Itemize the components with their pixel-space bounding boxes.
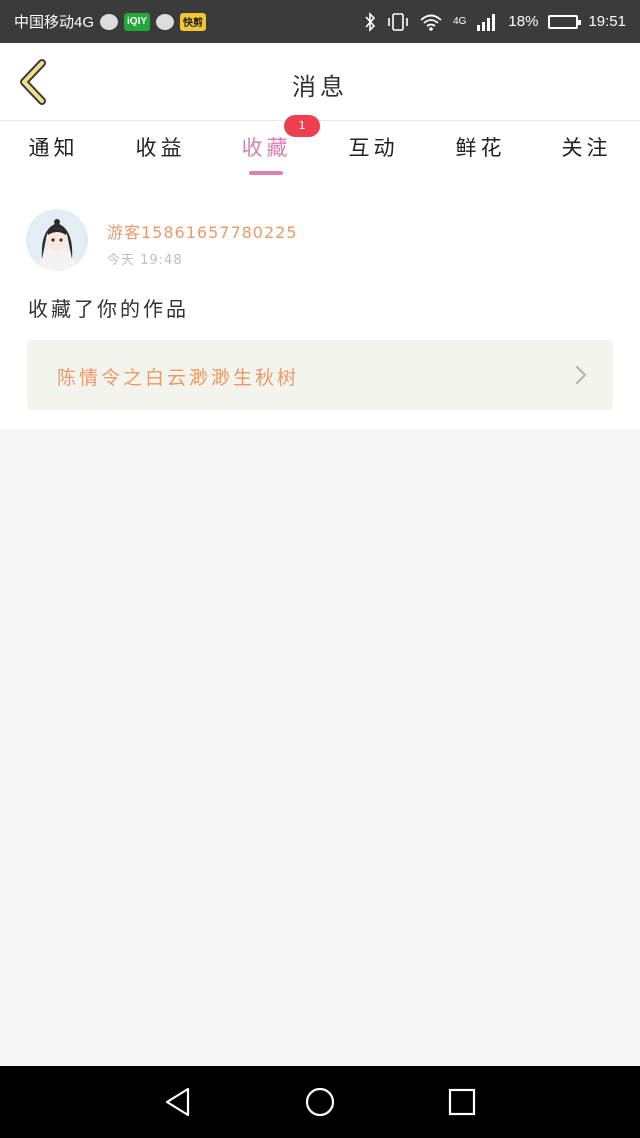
- timestamp: 今天 19:48: [107, 253, 183, 268]
- wifi-icon: [420, 14, 442, 31]
- tab-flowers[interactable]: 鲜花: [427, 121, 534, 183]
- avatar-illustration: [26, 209, 88, 271]
- signal-icon: [477, 13, 496, 31]
- tab-label: 关注: [561, 136, 612, 160]
- notification-icon: [100, 13, 119, 30]
- app-icon-kuaijian: 快剪: [180, 12, 207, 31]
- bluetooth-icon: [365, 11, 376, 32]
- chat-icon: [156, 13, 175, 30]
- username[interactable]: 游客15861657780225: [107, 219, 298, 243]
- tab-earnings[interactable]: 收益: [107, 121, 214, 183]
- tab-label: 互动: [348, 136, 399, 160]
- unread-badge: 1: [284, 115, 320, 137]
- battery-icon: [548, 14, 582, 29]
- tab-label: 通知: [28, 136, 79, 160]
- avatar[interactable]: [26, 209, 88, 271]
- nav-home-button[interactable]: [304, 1086, 336, 1118]
- notification-message: 收藏了你的作品: [28, 297, 189, 321]
- carrier-label: 中国移动4G: [14, 14, 95, 31]
- system-nav-bar: [0, 1066, 640, 1138]
- tab-label: 收藏: [241, 136, 292, 160]
- page-title: 消息: [292, 73, 348, 101]
- active-tab-indicator: [249, 171, 283, 175]
- tab-bar: 通知 收益 收藏 互动 鲜花 关注: [0, 121, 640, 183]
- notification-card: 游客15861657780225 今天 19:48 收藏了你的作品 陈情令之白云…: [0, 183, 640, 429]
- battery-percent: 18%: [508, 13, 539, 30]
- work-title: 陈情令之白云渺渺生秋树: [57, 367, 300, 389]
- status-left: 中国移动4G iQIY 快剪: [14, 0, 207, 43]
- clock: 19:51: [588, 13, 626, 30]
- nav-back-button[interactable]: [162, 1086, 194, 1118]
- status-right: 4G 18% 19:51: [363, 0, 626, 43]
- tab-label: 鲜花: [455, 136, 506, 160]
- work-link[interactable]: 陈情令之白云渺渺生秋树: [27, 340, 613, 410]
- status-bar: 中国移动4G iQIY 快剪 4G 18% 19:51: [0, 0, 640, 43]
- nav-recent-apps-button[interactable]: [446, 1086, 478, 1118]
- app-icon-iqiyi: iQIY: [124, 12, 151, 31]
- header: 消息: [0, 43, 640, 121]
- chevron-right-icon: [575, 365, 587, 385]
- tab-interactions[interactable]: 互动: [320, 121, 427, 183]
- vibrate-icon: [388, 12, 408, 31]
- tab-follows[interactable]: 关注: [533, 121, 640, 183]
- network-type: 4G: [453, 16, 467, 27]
- tab-label: 收益: [135, 136, 186, 160]
- tab-notifications[interactable]: 通知: [0, 121, 107, 183]
